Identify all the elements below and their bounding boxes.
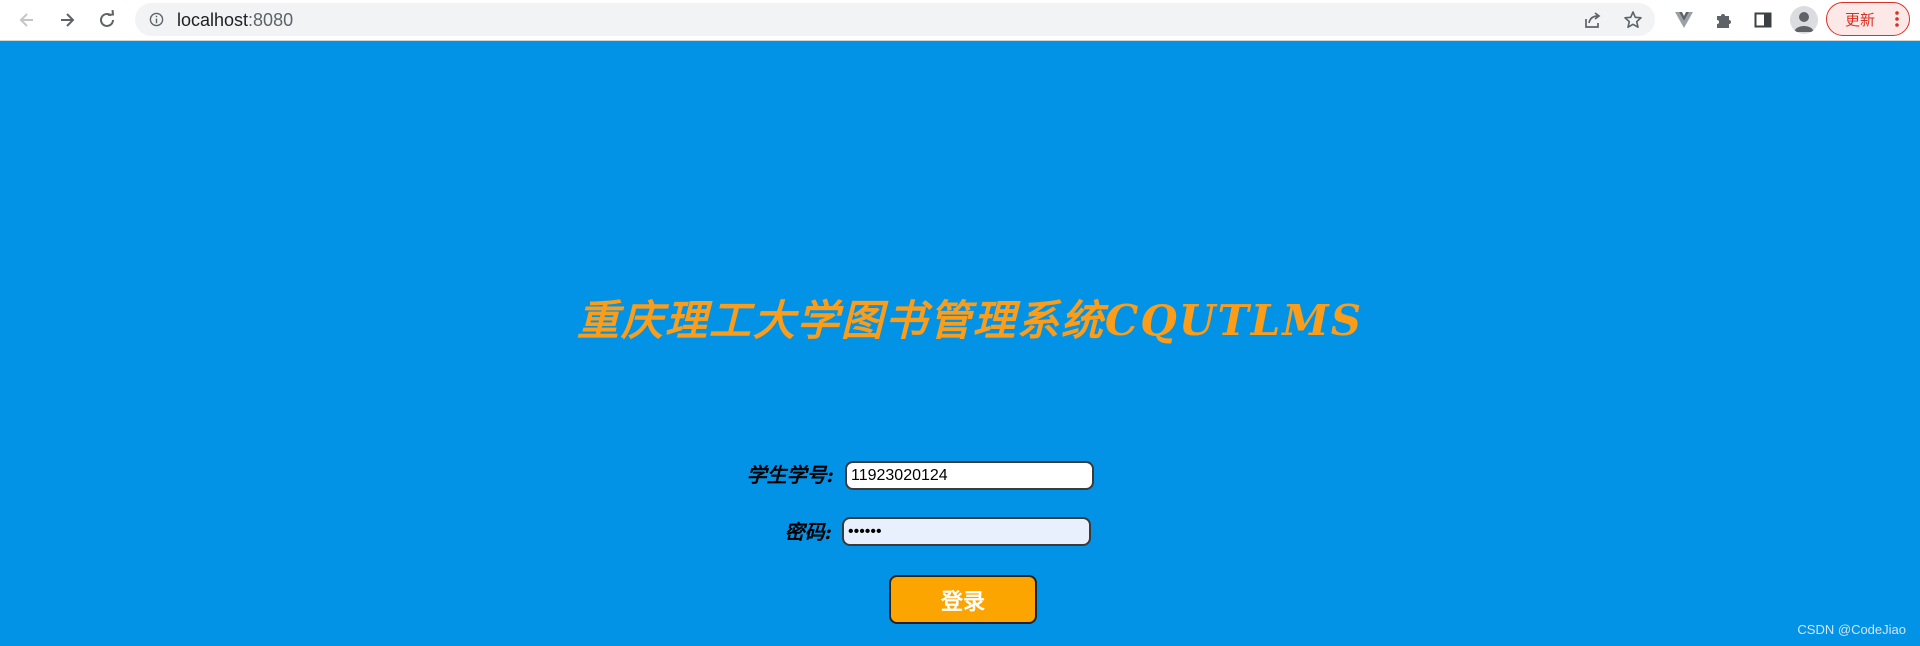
share-icon[interactable]: [1582, 9, 1604, 31]
back-arrow-icon[interactable]: [13, 6, 41, 34]
url-port: :8080: [248, 10, 294, 30]
update-label: 更新: [1845, 11, 1876, 29]
forward-arrow-icon[interactable]: [53, 6, 81, 34]
reload-icon[interactable]: [93, 6, 121, 34]
login-button[interactable]: 登录: [889, 575, 1037, 624]
star-icon[interactable]: [1622, 9, 1644, 31]
password-input[interactable]: [842, 517, 1091, 546]
browser-toolbar: localhost:8080 更新: [0, 0, 1920, 41]
side-panel-icon[interactable]: [1751, 8, 1775, 32]
page-title: 重庆理工大学图书管理系统CQUTLMS: [576, 296, 1364, 345]
info-icon[interactable]: [149, 12, 164, 27]
student-id-input[interactable]: [845, 461, 1094, 490]
url-text[interactable]: localhost:8080: [177, 10, 293, 31]
puzzle-icon[interactable]: [1712, 8, 1736, 32]
avatar-icon[interactable]: [1790, 6, 1818, 34]
watermark: CSDN @CodeJiao: [1797, 622, 1906, 637]
student-id-label: 学生学号:: [746, 463, 834, 487]
vue-devtools-icon[interactable]: [1672, 8, 1696, 32]
kebab-menu-icon[interactable]: [1895, 11, 1899, 27]
update-button[interactable]: 更新: [1826, 2, 1910, 36]
url-host: localhost: [177, 10, 249, 30]
address-bar[interactable]: localhost:8080: [135, 3, 1655, 36]
password-label: 密码:: [784, 520, 832, 544]
